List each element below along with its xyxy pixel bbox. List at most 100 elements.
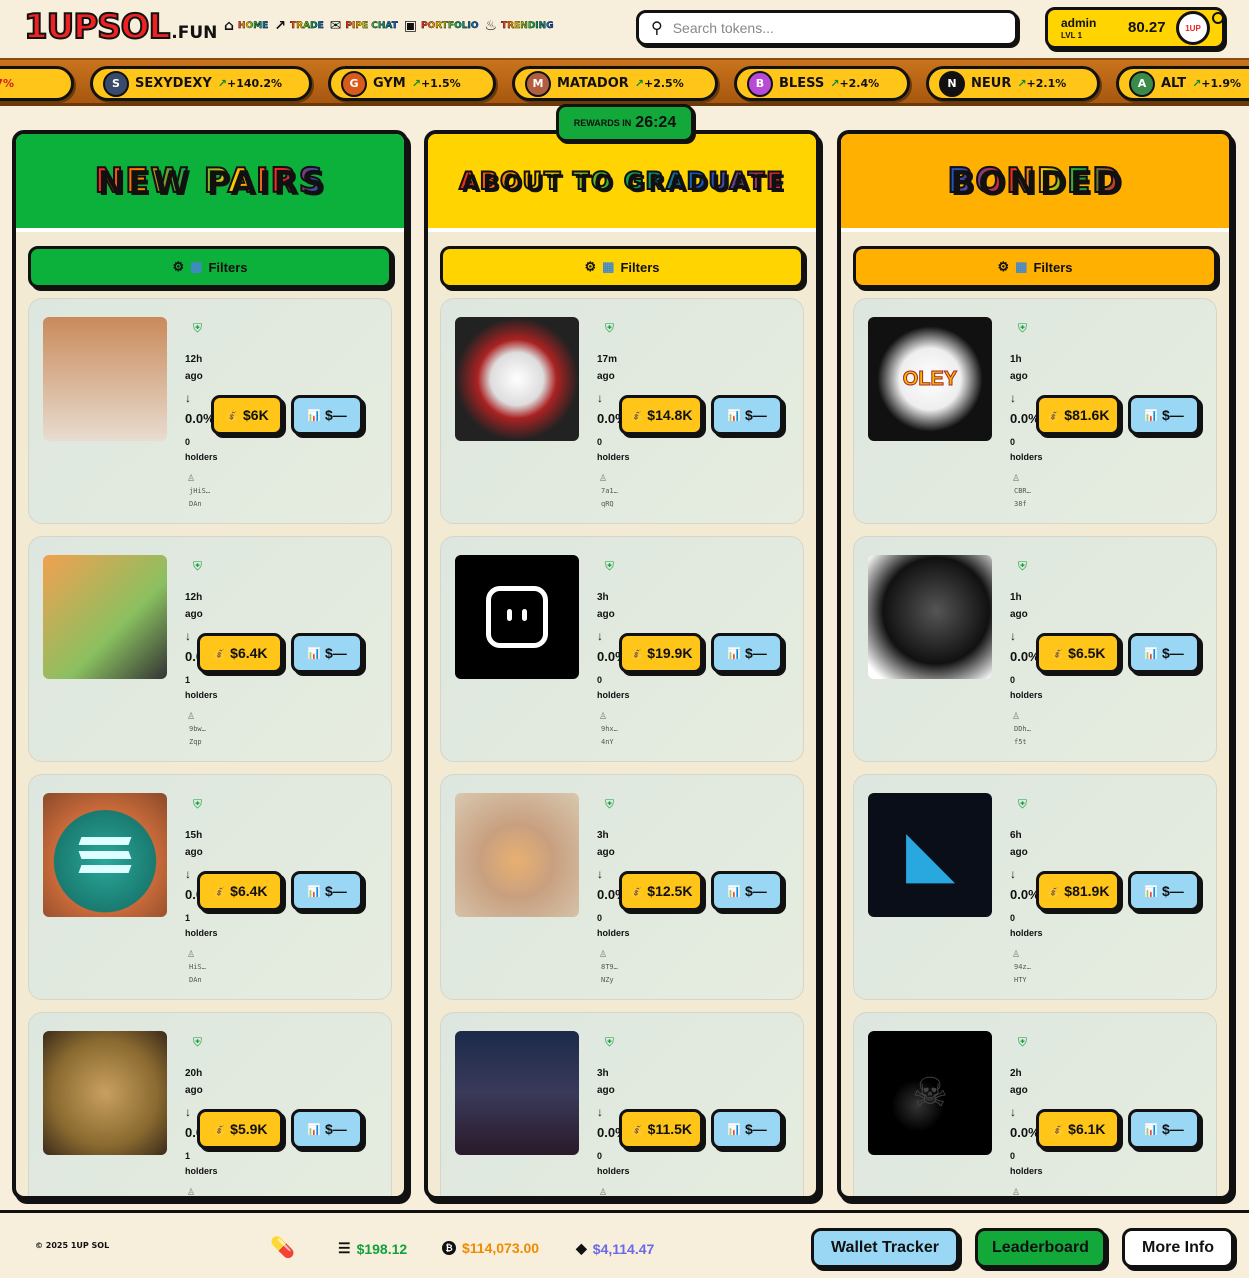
market-cap-button[interactable]: 💰 $6K	[211, 395, 283, 435]
volume-button[interactable]: 📊 $—	[711, 395, 783, 435]
token-image[interactable]	[43, 793, 167, 917]
dev-icon: ♙	[1012, 1187, 1021, 1197]
token-image[interactable]	[455, 317, 579, 441]
wallet-tracker-button[interactable]: Wallet Tracker	[811, 1228, 959, 1268]
market-cap-value: $81.6K	[1064, 407, 1110, 423]
volume-button[interactable]: 📊 $—	[1128, 1109, 1200, 1149]
token-image[interactable]	[455, 555, 579, 679]
market-cap-button[interactable]: 💰 $12.5K	[619, 871, 703, 911]
market-cap-button[interactable]: 💰 $11.5K	[619, 1109, 703, 1149]
nav-home[interactable]: ⌂ HOME	[224, 18, 269, 34]
pill-icon[interactable]: 💊	[270, 1235, 295, 1260]
token-image[interactable]	[455, 793, 579, 917]
volume-button[interactable]: 📊 $—	[291, 395, 363, 435]
volume-button[interactable]: 📊 $—	[291, 633, 363, 673]
token-card[interactable]: ⛨ 3h ago ↓ 0.0% 0 holders ♙ 💰 $11.5K 📊 $—	[440, 1012, 804, 1196]
volume-button[interactable]: 📊 $—	[711, 1109, 783, 1149]
volume-button[interactable]: 📊 $—	[1128, 871, 1200, 911]
market-cap-button[interactable]: 💰 $5.9K	[197, 1109, 283, 1149]
ticker-item[interactable]: A ALT ↗+1.9%	[1116, 66, 1249, 101]
nav-trade[interactable]: ↗ TRADE	[274, 18, 324, 34]
token-card[interactable]: ⛨ 15hago ↓ 0.0% 1holders ♙ HiS…DAn 💰$6.4…	[28, 774, 392, 1000]
filters-button[interactable]: ⚙ ▦ Filters	[853, 246, 1217, 288]
btc-price: ₿ $114,073.00	[442, 1240, 539, 1256]
chat-icon: ✉	[329, 18, 342, 34]
price-change: 0.0%	[1010, 1125, 1038, 1140]
market-cap-button[interactable]: 💰 $6.5K	[1036, 633, 1120, 673]
token-image[interactable]	[43, 1031, 167, 1155]
market-cap-button[interactable]: 💰 $14.8K	[619, 395, 703, 435]
token-card[interactable]: ◣ ⛨ 6h ago ↓ 0.0% 0 holders ♙ 94z… HTY 💰 $81…	[853, 774, 1217, 1000]
age-value: 12h	[185, 592, 203, 603]
money-bag-icon: 💰	[212, 1123, 227, 1136]
token-image[interactable]: OLEY	[868, 317, 992, 441]
token-image[interactable]: ☠	[868, 1031, 992, 1155]
nav-pipe-chat[interactable]: ✉ PIPE CHAT	[330, 18, 398, 34]
volume-value: $—	[744, 883, 767, 899]
ticker-item[interactable]: G GYM ↗+1.5%	[328, 66, 496, 101]
ticker-item[interactable]: M MATADOR ↗+2.5%	[512, 66, 718, 101]
ticker-change: ↗+2.5%	[635, 77, 684, 90]
more-info-button[interactable]: More Info	[1122, 1228, 1234, 1268]
volume-button[interactable]: 📊 $—	[711, 871, 783, 911]
age-suffix: ago	[597, 1085, 615, 1096]
money-bag-icon: 💰	[1050, 647, 1065, 660]
token-card[interactable]: OLEY ⛨ 1h ago ↓ 0.0% 0 holders ♙ CBR… 38f 💰…	[853, 298, 1217, 524]
ticker-item[interactable]: B BLESS ↗+2.4%	[734, 66, 910, 101]
ticker-item[interactable]: S SEXYDEXY ↗+140.2%	[90, 66, 312, 101]
token-card[interactable]: ⛨ 12h ago ↓ 0.0% 0 holders ♙ jHiS… DAn 💰 $6K…	[28, 298, 392, 524]
market-cap-button[interactable]: 💰 $81.9K	[1036, 871, 1120, 911]
volume-button[interactable]: 📊 $—	[1128, 395, 1200, 435]
money-bag-icon: 💰	[212, 885, 227, 898]
market-cap-button[interactable]: 💰 $6.1K	[1036, 1109, 1120, 1149]
market-cap-button[interactable]: 💰 $6.4K	[197, 633, 283, 673]
holders-label: holders	[597, 928, 630, 938]
token-card[interactable]: ⛨ 1h ago ↓ 0.0% 0 holders ♙ DDh… f5t 💰 $6.5K…	[853, 536, 1217, 762]
leaderboard-button[interactable]: Leaderboard	[975, 1228, 1106, 1268]
search-input[interactable]	[672, 20, 973, 36]
ticker-symbol: ALT	[1161, 76, 1187, 91]
address-line-2: f5t	[1014, 738, 1027, 746]
ticker-item[interactable]: -4.7%	[0, 66, 74, 101]
dev-icon: ♙	[187, 1187, 196, 1197]
price-change: 0.0%	[185, 411, 213, 426]
market-cap-button[interactable]: 💰 $6.4K	[197, 871, 283, 911]
token-icon: M	[525, 70, 551, 97]
avatar[interactable]: 1UP	[1176, 11, 1210, 45]
token-image[interactable]: ◣	[868, 793, 992, 917]
address-line-2: 4nY	[601, 738, 614, 746]
volume-value: $—	[324, 1121, 347, 1137]
token-card[interactable]: ⛨ 17m ago ↓ 0.0% 0 holders ♙ 7a1… qRQ 💰 $14.…	[440, 298, 804, 524]
market-cap-button[interactable]: 💰 $81.6K	[1036, 395, 1120, 435]
site-logo[interactable]: 1UPSOL .FUN	[23, 9, 217, 45]
nav-portfolio[interactable]: ▣ PORTFOLIO	[404, 18, 479, 34]
market-cap-value: $5.9K	[230, 1121, 268, 1137]
token-card[interactable]: ☠ ⛨ 2h ago ↓ 0.0% 0 holders ♙ 💰 $6.1K 📊 $—	[853, 1012, 1217, 1197]
filters-button[interactable]: ⚙ ▦ Filters	[28, 246, 392, 288]
token-card[interactable]: ⛨ 20hago ↓ 0.0% 1holders ♙ 💰$5.9K 📊$—	[28, 1012, 392, 1197]
copyright: © 2025 1UP SOL	[35, 1241, 110, 1250]
nav-trending[interactable]: ♨ TRENDING	[485, 18, 554, 34]
trend-up-icon: ↗	[411, 77, 421, 90]
token-image[interactable]	[455, 1031, 579, 1155]
ticker-item[interactable]: N NEUR ↗+2.1%	[926, 66, 1100, 101]
token-image[interactable]	[868, 555, 992, 679]
token-card[interactable]: ⛨ 3h ago ↓ 0.0% 0 holders ♙ 9hx… 4nY 💰 $19.9…	[440, 536, 804, 762]
ticker-symbol: MATADOR	[557, 76, 629, 91]
holders-count: 0	[1010, 1151, 1016, 1161]
volume-button[interactable]: 📊 $—	[1128, 633, 1200, 673]
token-card[interactable]: ⛨ 12hago ↓ 0.0% 1holders ♙ 9bw…Zqp 💰$6.4…	[28, 536, 392, 762]
token-icon: S	[103, 70, 129, 97]
token-image[interactable]	[43, 555, 167, 679]
age-suffix: ago	[185, 371, 203, 382]
user-badge[interactable]: admin LVL 1 80.27 1UP	[1045, 7, 1225, 49]
token-card[interactable]: ⛨ 3h ago ↓ 0.0% 0 holders ♙ 8T9… NZy 💰 $12.5…	[440, 774, 804, 1000]
column-title: BONDED	[947, 160, 1123, 202]
volume-button[interactable]: 📊 $—	[291, 871, 363, 911]
token-age: 1h ago	[1010, 351, 1050, 385]
volume-button[interactable]: 📊 $—	[291, 1109, 363, 1149]
token-image[interactable]	[43, 317, 167, 441]
filters-button[interactable]: ⚙ ▦ Filters	[440, 246, 804, 288]
volume-button[interactable]: 📊 $—	[711, 633, 783, 673]
market-cap-button[interactable]: 💰 $19.9K	[619, 633, 703, 673]
